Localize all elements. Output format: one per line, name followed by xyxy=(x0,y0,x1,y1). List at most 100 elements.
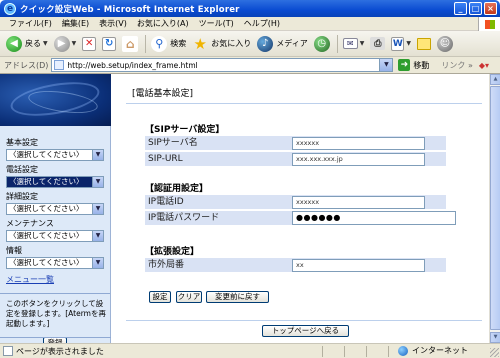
nav-group-advanced: 詳細設定 〈選択してください〉 ▼ xyxy=(6,192,105,215)
set-button[interactable]: 設定 xyxy=(149,291,171,303)
go-arrow-icon: ➜ xyxy=(398,59,411,71)
nav-group-phone: 電話設定 〈選択してください〉 ▼ xyxy=(6,165,105,188)
field-label: SIPサーバ名 xyxy=(148,138,198,148)
form-row-sip-url: SIP-URL xxx.xxx.xxx.jp xyxy=(145,152,446,167)
media-button[interactable]: ♪ メディア xyxy=(255,33,309,55)
nav-group-label: 詳細設定 xyxy=(6,192,38,201)
minimize-button[interactable]: _ xyxy=(454,2,467,15)
section-heading-sip-server: 【SIPサーバ設定】 xyxy=(145,125,225,135)
favorites-button[interactable]: ★ お気に入り xyxy=(190,33,253,55)
menu-list-link[interactable]: メニュー一覧 xyxy=(6,274,105,285)
search-icon: ⚲ xyxy=(151,35,168,52)
mail-button[interactable]: ✉ ▼ xyxy=(341,33,367,55)
menu-favorites[interactable]: お気に入り(A) xyxy=(132,18,194,29)
sidebar-divider xyxy=(0,293,110,294)
ip-phone-password-input[interactable]: ●●●●●● xyxy=(292,211,456,225)
search-label: 検索 xyxy=(170,39,187,48)
refresh-icon: ↻ xyxy=(102,36,117,51)
menu-file[interactable]: ファイル(F) xyxy=(4,18,57,29)
maximize-button[interactable]: □ xyxy=(469,2,482,15)
form-row-ip-phone-password: IP電話パスワード ●●●●●● xyxy=(145,211,456,226)
advanced-settings-select[interactable]: 〈選択してください〉 ▼ xyxy=(6,203,104,215)
page-title: [電話基本設定] xyxy=(132,89,194,99)
close-button[interactable]: × xyxy=(484,2,497,15)
phone-settings-select[interactable]: 〈選択してください〉 ▼ xyxy=(6,176,104,188)
status-pane-divider xyxy=(366,346,367,357)
chevron-down-icon[interactable]: ▼ xyxy=(92,204,103,214)
stop-icon: ✕ xyxy=(82,36,97,51)
nav-group-label: 電話設定 xyxy=(6,165,38,174)
security-zone: インターネット xyxy=(398,345,468,356)
discuss-button[interactable] xyxy=(415,33,433,55)
chevron-down-icon[interactable]: ▼ xyxy=(379,59,393,71)
select-value: 〈選択してください〉 xyxy=(9,204,84,213)
scroll-thumb[interactable] xyxy=(490,86,500,330)
form-row-area-code: 市外局番 xx xyxy=(145,258,446,273)
refresh-button[interactable]: ↻ xyxy=(100,33,118,55)
sip-url-input[interactable]: xxx.xxx.xxx.jp xyxy=(292,153,425,166)
media-label: メディア xyxy=(276,39,308,48)
back-to-top-button[interactable]: トップページへ戻る xyxy=(262,325,349,337)
toolbar-separator xyxy=(145,34,147,53)
revert-button[interactable]: 変更前に戻す xyxy=(206,291,269,303)
back-button[interactable]: ◀ 戻る ▼ xyxy=(4,33,50,55)
address-url[interactable]: http://web.setup/index_frame.html xyxy=(67,61,197,70)
chevron-down-icon[interactable]: ▼ xyxy=(92,177,103,187)
home-button[interactable]: ⌂ xyxy=(120,33,140,55)
messenger-button[interactable]: ☺ xyxy=(435,33,455,55)
window-title: クイック設定Web - Microsoft Internet Explorer xyxy=(20,4,240,15)
nav-group-basic: 基本設定 〈選択してください〉 ▼ xyxy=(6,138,105,161)
ip-phone-id-input[interactable]: xxxxxx xyxy=(292,196,425,209)
stop-button[interactable]: ✕ xyxy=(80,33,98,55)
scroll-up-arrow-icon[interactable]: ▲ xyxy=(490,74,500,85)
chevron-down-icon[interactable]: ▼ xyxy=(92,150,103,160)
title-bar: e クイック設定Web - Microsoft Internet Explore… xyxy=(0,0,500,17)
address-label: アドレス(D) xyxy=(4,60,49,70)
basic-settings-select[interactable]: 〈選択してください〉 ▼ xyxy=(6,149,104,161)
menu-edit[interactable]: 編集(E) xyxy=(57,18,94,29)
chevron-down-icon[interactable]: ▼ xyxy=(92,258,103,268)
internet-explorer-icon: e xyxy=(4,2,16,15)
section-heading-auth: 【認証用設定】 xyxy=(145,184,209,194)
area-code-input[interactable]: xx xyxy=(292,259,425,272)
media-icon: ♪ xyxy=(257,35,274,52)
info-select[interactable]: 〈選択してください〉 ▼ xyxy=(6,257,104,269)
search-button[interactable]: ⚲ 検索 xyxy=(149,33,188,55)
address-input[interactable]: http://web.setup/index_frame.html ▼ xyxy=(51,58,394,72)
nav-group-label: 基本設定 xyxy=(6,138,38,147)
print-icon: ⎙ xyxy=(370,37,386,50)
print-button[interactable]: ⎙ xyxy=(368,33,387,55)
content-frame: [電話基本設定] 【SIPサーバ設定】 SIPサーバ名 xxxxxx SIP-U… xyxy=(112,74,489,343)
clear-button[interactable]: クリア xyxy=(176,291,202,303)
sidebar-divider xyxy=(0,337,111,338)
scroll-down-arrow-icon[interactable]: ▼ xyxy=(490,332,500,343)
resize-grip[interactable] xyxy=(490,348,499,357)
windows-logo-icon xyxy=(478,17,500,31)
menu-help[interactable]: ヘルプ(H) xyxy=(239,18,285,29)
sip-server-name-input[interactable]: xxxxxx xyxy=(292,137,425,150)
go-button[interactable]: ➜ 移動 xyxy=(398,59,429,71)
chevron-down-icon[interactable]: ▼ xyxy=(92,231,103,241)
chevron-down-icon: ▼ xyxy=(359,40,365,47)
navigation-frame: 基本設定 〈選択してください〉 ▼ 電話設定 〈選択してください〉 ▼ 詳細設定… xyxy=(0,74,111,349)
favorites-label: お気に入り xyxy=(211,39,252,48)
page-icon xyxy=(54,60,65,70)
history-button[interactable]: ◷ xyxy=(312,33,332,55)
vertical-scrollbar[interactable]: ▲ ▼ xyxy=(489,74,500,343)
chevron-down-icon: ▼ xyxy=(43,40,48,47)
content-divider xyxy=(126,320,482,321)
edit-button[interactable]: W ▼ xyxy=(389,33,413,55)
form-row-ip-phone-id: IP電話ID xxxxxx xyxy=(145,195,446,210)
links-arrow: » xyxy=(467,60,473,70)
menu-view[interactable]: 表示(V) xyxy=(94,18,132,29)
back-arrow-icon: ◀ xyxy=(6,35,22,52)
links-button[interactable]: リンク » xyxy=(441,60,472,71)
menu-tools[interactable]: ツール(T) xyxy=(194,18,239,29)
form-row-sip-server-name: SIPサーバ名 xxxxxx xyxy=(145,136,446,151)
messenger-icon: ☺ xyxy=(436,35,453,52)
forward-button[interactable]: ▶ ▼ xyxy=(52,33,79,55)
status-bar: ページが表示されました インターネット xyxy=(0,343,500,358)
nav-group-info: 情報 〈選択してください〉 ▼ xyxy=(6,246,105,269)
norton-icon[interactable]: ◆▾ xyxy=(479,61,489,70)
maintenance-select[interactable]: 〈選択してください〉 ▼ xyxy=(6,230,104,242)
